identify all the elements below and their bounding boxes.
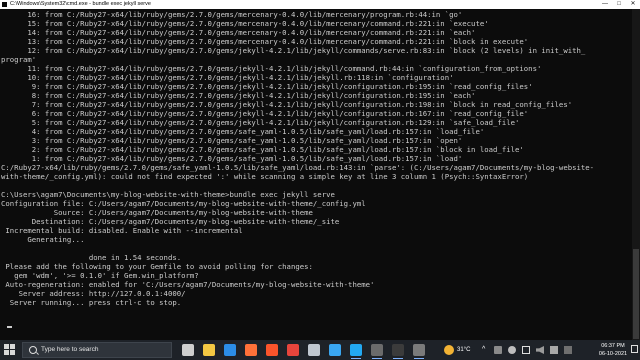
notifications-icon[interactable] bbox=[631, 345, 638, 353]
windows-logo-icon-part bbox=[4, 350, 9, 355]
search-icon bbox=[29, 346, 37, 354]
console-line: Please add the following to your Gemfile… bbox=[1, 262, 313, 271]
app-icon-2[interactable] bbox=[371, 344, 383, 359]
taskbar-clock[interactable]: 06:37 PM 06-10-2021 bbox=[596, 342, 630, 358]
console-line: 7: from C:/Ruby27-x64/lib/ruby/gems/2.7.… bbox=[1, 100, 573, 109]
console-line: 11: from C:/Ruby27-x64/lib/ruby/gems/2.7… bbox=[1, 64, 542, 73]
console-line: Server running... press ctrl-c to stop. bbox=[1, 298, 182, 307]
firefox-icon[interactable] bbox=[245, 344, 257, 356]
console-line: C:/Ruby27-x64/lib/ruby/gems/2.7.0/gems/s… bbox=[1, 163, 595, 172]
maximize-button[interactable]: □ bbox=[612, 0, 626, 9]
weather-temperature[interactable]: 31°C bbox=[457, 340, 470, 360]
file-explorer-icon[interactable] bbox=[203, 344, 215, 356]
brave-icon[interactable] bbox=[266, 344, 278, 356]
clock-date: 06-10-2021 bbox=[598, 351, 628, 357]
start-button[interactable] bbox=[4, 344, 16, 356]
console-line: 15: from C:/Ruby27-x64/lib/ruby/gems/2.7… bbox=[1, 19, 489, 28]
windows-logo-icon-part bbox=[10, 344, 15, 349]
window-title-bar[interactable]: C:\Windows\System32\cmd.exe - bundle exe… bbox=[0, 0, 640, 9]
task-view-icon[interactable] bbox=[182, 344, 194, 356]
windows-logo-icon-part bbox=[10, 350, 15, 355]
chrome-icon[interactable] bbox=[287, 344, 299, 356]
console-line: done in 1.54 seconds. bbox=[1, 253, 182, 262]
console-line: 8: from C:/Ruby27-x64/lib/ruby/gems/2.7.… bbox=[1, 91, 476, 100]
console-line: 13: from C:/Ruby27-x64/lib/ruby/gems/2.7… bbox=[1, 37, 529, 46]
console-line: Configuration file: C:/Users/agam7/Docum… bbox=[1, 199, 366, 208]
settings-icon[interactable] bbox=[413, 344, 425, 359]
console-line: Incremental build: disabled. Enable with… bbox=[1, 226, 243, 235]
app-icon[interactable] bbox=[329, 344, 341, 356]
console-line: Source: C:/Users/agam7/Documents/my-blog… bbox=[1, 208, 313, 217]
console-scrollbar[interactable] bbox=[632, 9, 640, 340]
weather-icon[interactable] bbox=[444, 345, 454, 355]
console-line: 14: from C:/Ruby27-x64/lib/ruby/gems/2.7… bbox=[1, 28, 476, 37]
console-line: with-theme/_config.yml): could not find … bbox=[1, 172, 529, 181]
text-cursor bbox=[7, 326, 12, 328]
cmd-window-icon bbox=[2, 2, 7, 7]
console-line: gem 'wdm', '>= 0.1.0' if Gem.win_platfor… bbox=[1, 271, 199, 280]
console-line: 12: from C:/Ruby27-x64/lib/ruby/gems/2.7… bbox=[1, 46, 586, 55]
console-line: 6: from C:/Ruby27-x64/lib/ruby/gems/2.7.… bbox=[1, 109, 529, 118]
console-line: 4: from C:/Ruby27-x64/lib/ruby/gems/2.7.… bbox=[1, 127, 485, 136]
close-button[interactable]: ✕ bbox=[626, 0, 640, 9]
clock-time: 06:37 PM bbox=[601, 343, 625, 349]
console-line: 2: from C:/Ruby27-x64/lib/ruby/gems/2.7.… bbox=[1, 145, 524, 154]
console-line: 3: from C:/Ruby27-x64/lib/ruby/gems/2.7.… bbox=[1, 136, 463, 145]
console-line: Generating... bbox=[1, 235, 85, 244]
console-line: program' bbox=[1, 55, 37, 64]
taskbar: Type here to search 31°C ^ 06:37 PM 06-1… bbox=[0, 340, 640, 360]
window-title: C:\Windows\System32\cmd.exe - bundle exe… bbox=[10, 1, 151, 7]
photos-icon[interactable] bbox=[224, 344, 236, 356]
console-line: 1: from C:/Ruby27-x64/lib/ruby/gems/2.7.… bbox=[1, 154, 463, 163]
volume-icon[interactable] bbox=[536, 346, 544, 354]
search-placeholder: Type here to search bbox=[41, 346, 99, 353]
vscode-icon[interactable] bbox=[350, 344, 362, 359]
scrollbar-thumb[interactable] bbox=[633, 249, 639, 339]
console-line: 5: from C:/Ruby27-x64/lib/ruby/gems/2.7.… bbox=[1, 118, 520, 127]
console-line: 16: from C:/Ruby27-x64/lib/ruby/gems/2.7… bbox=[1, 10, 463, 19]
console-line: Destination: C:/Users/agam7/Documents/my… bbox=[1, 217, 340, 226]
console-line: C:\Users\agam7\Documents\my-blog-website… bbox=[1, 190, 335, 199]
console-line: Auto-regeneration: enabled for 'C:/Users… bbox=[1, 280, 375, 289]
language-icon[interactable] bbox=[564, 346, 572, 354]
onedrive-icon[interactable] bbox=[508, 346, 516, 354]
mail-icon[interactable] bbox=[308, 344, 320, 356]
cmd-icon[interactable] bbox=[392, 344, 404, 359]
wifi-icon[interactable] bbox=[550, 346, 558, 354]
battery-icon[interactable] bbox=[522, 346, 530, 354]
taskbar-search-input[interactable]: Type here to search bbox=[22, 342, 172, 358]
console-line: Server address: http://127.0.0.1:4000/ bbox=[1, 289, 186, 298]
console-output[interactable]: 16: from C:/Ruby27-x64/lib/ruby/gems/2.7… bbox=[0, 10, 632, 340]
console-line: 10: from C:/Ruby27-x64/lib/ruby/gems/2.7… bbox=[1, 73, 454, 82]
show-hidden-icons-chevron-icon[interactable]: ^ bbox=[482, 340, 485, 360]
windows-logo-icon bbox=[4, 344, 9, 349]
network-icon[interactable] bbox=[494, 346, 502, 354]
minimize-button[interactable]: — bbox=[598, 0, 612, 9]
console-line: 9: from C:/Ruby27-x64/lib/ruby/gems/2.7.… bbox=[1, 82, 533, 91]
